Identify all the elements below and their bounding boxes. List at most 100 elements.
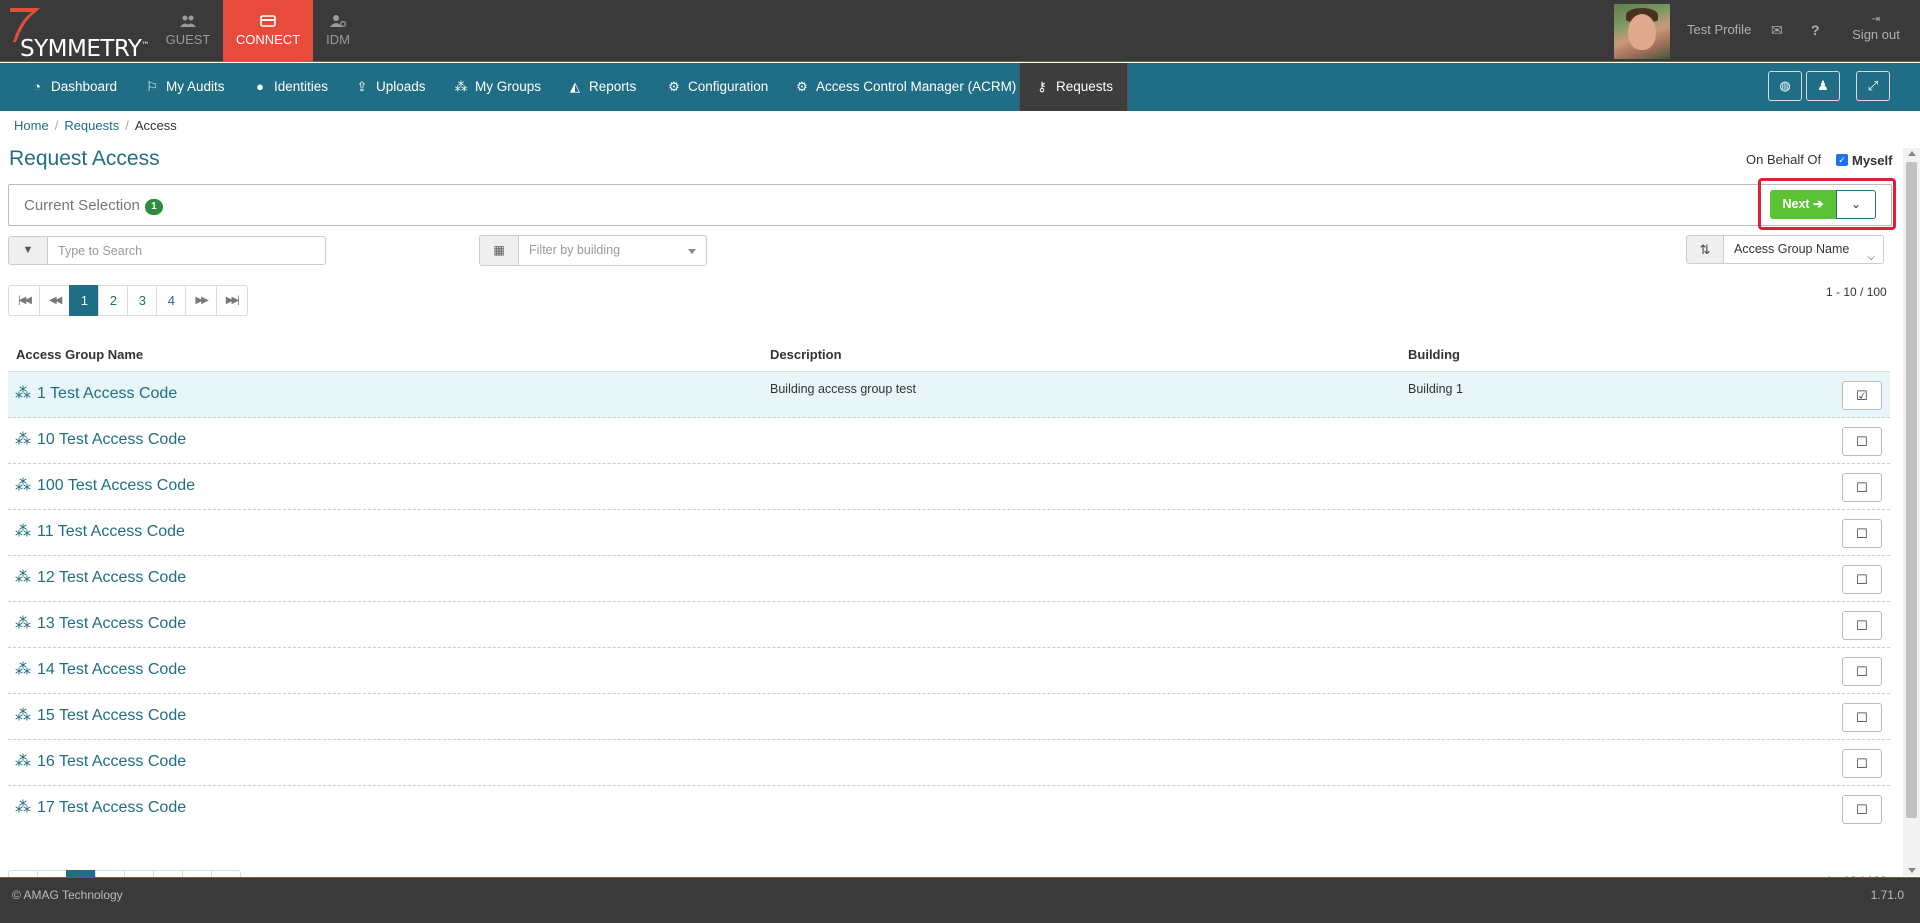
row-select-checkbox[interactable]: ☐	[1842, 657, 1882, 686]
sort-order-button[interactable]: ⇅	[1686, 235, 1724, 264]
area-chart-icon: ◭	[570, 79, 580, 94]
nav-item-uploads[interactable]: ⇪ Uploads	[354, 63, 426, 111]
row-building: Building 1	[1408, 382, 1463, 396]
access-group-link[interactable]: ⁂ 100 Test Access Code	[15, 475, 195, 495]
square-icon: ☐	[1856, 434, 1868, 449]
access-group-link[interactable]: ⁂ 16 Test Access Code	[15, 751, 186, 771]
upload-icon: ⇪	[356, 79, 368, 94]
breadcrumb: Home / Requests / Access	[14, 118, 177, 133]
breadcrumb-requests[interactable]: Requests	[64, 118, 119, 133]
row-select-checkbox[interactable]: ☑	[1842, 381, 1882, 410]
sort-amount-icon: ⇅	[1699, 242, 1711, 257]
column-header-building[interactable]: Building	[1408, 347, 1460, 362]
last-page-button[interactable]: ▶▶|	[215, 285, 248, 316]
table-row[interactable]: ⁂ 14 Test Access Code ☐	[8, 648, 1890, 694]
help-icon[interactable]: ?	[1811, 22, 1820, 38]
building-filter-select[interactable]: Filter by building	[519, 235, 707, 266]
square-icon: ☐	[1856, 572, 1868, 587]
table-row[interactable]: ⁂ 100 Test Access Code ☐	[8, 464, 1890, 510]
table-row[interactable]: ⁂ 16 Test Access Code ☐	[8, 740, 1890, 786]
search-input[interactable]	[48, 236, 326, 265]
scroll-down-arrow-icon[interactable]	[1908, 868, 1916, 873]
scroll-up-arrow-icon[interactable]	[1908, 151, 1916, 156]
group-icon: ⁂	[454, 79, 468, 94]
breadcrumb-access: Access	[134, 118, 177, 133]
current-selection-panel[interactable]: Current Selection 1	[8, 184, 1892, 226]
sort-select[interactable]: Access Group Name ⌵	[1724, 235, 1884, 264]
page-button-2[interactable]: 2	[98, 285, 129, 316]
access-group-link[interactable]: ⁂ 17 Test Access Code	[15, 797, 186, 817]
app-tab-connect[interactable]: CONNECT	[223, 0, 313, 62]
app-tab-label: CONNECT	[235, 32, 301, 47]
access-group-link[interactable]: ⁂ 11 Test Access Code	[15, 521, 185, 541]
table-row[interactable]: ⁂ 17 Test Access Code ☐	[8, 786, 1890, 832]
key-icon: ⚷	[1037, 79, 1047, 94]
column-header-name[interactable]: Access Group Name	[16, 347, 143, 362]
next-button[interactable]: Next ➔	[1770, 190, 1836, 219]
symmetry-logo[interactable]: SYMMETRY™	[6, 4, 149, 62]
table-row[interactable]: ⁂ 1 Test Access Code Building access grou…	[8, 372, 1890, 418]
gear-icon: ⚙	[668, 79, 680, 94]
access-group-link[interactable]: ⁂ 1 Test Access Code	[15, 383, 177, 403]
table-row[interactable]: ⁂ 12 Test Access Code ☐	[8, 556, 1890, 602]
dashboard-icon: ◔	[33, 79, 41, 94]
row-select-checkbox[interactable]: ☐	[1842, 611, 1882, 640]
row-select-checkbox[interactable]: ☐	[1842, 519, 1882, 548]
nav-item-my-groups[interactable]: ⁂ My Groups	[453, 63, 542, 111]
table-row[interactable]: ⁂ 15 Test Access Code ☐	[8, 694, 1890, 740]
first-page-button[interactable]: |◀◀	[8, 285, 40, 316]
nav-item-requests[interactable]: ⚷ Requests	[1019, 63, 1129, 111]
avatar[interactable]	[1614, 4, 1670, 59]
access-group-link[interactable]: ⁂ 13 Test Access Code	[15, 613, 186, 633]
next-page-button[interactable]: ▶▶	[185, 285, 217, 316]
nav-item-identities[interactable]: ● Identities	[252, 63, 328, 111]
signout-button[interactable]: ⇥ Sign out	[1846, 14, 1906, 42]
sort-group: ⇅ Access Group Name ⌵	[1686, 235, 1884, 264]
first-page-icon: |◀◀	[18, 295, 32, 306]
table-row[interactable]: ⁂ 13 Test Access Code ☐	[8, 602, 1890, 648]
row-select-checkbox[interactable]: ☐	[1842, 749, 1882, 778]
row-select-checkbox[interactable]: ☐	[1842, 565, 1882, 594]
flag-icon: ⚐	[146, 79, 158, 94]
last-page-icon: ▶▶|	[225, 295, 240, 306]
scroll-thumb[interactable]	[1906, 162, 1917, 818]
group-icon: ⁂	[15, 523, 31, 540]
profile-name[interactable]: Test Profile	[1687, 22, 1751, 37]
access-group-link[interactable]: ⁂ 12 Test Access Code	[15, 567, 186, 587]
access-group-link[interactable]: ⁂ 14 Test Access Code	[15, 659, 186, 679]
app-tab-idm[interactable]: IDM	[313, 0, 363, 62]
app-tab-guest[interactable]: GUEST	[144, 0, 232, 62]
row-select-checkbox[interactable]: ☐	[1842, 703, 1882, 732]
next-dropdown-toggle[interactable]: ⌄	[1836, 190, 1876, 219]
user-secret-button[interactable]: ♟	[1806, 71, 1840, 101]
on-behalf-of-label: On Behalf Of	[1746, 152, 1822, 167]
brand-name: SYMMETRY	[20, 36, 142, 62]
page-button-1[interactable]: 1	[69, 285, 100, 316]
breadcrumb-home[interactable]: Home	[14, 118, 49, 133]
row-select-checkbox[interactable]: ☐	[1842, 795, 1882, 824]
myself-checkbox[interactable]: ✓	[1836, 154, 1848, 166]
globe-icon: ◍	[1779, 78, 1791, 93]
nav-item-reports[interactable]: ◭ Reports	[567, 63, 636, 111]
myself-label[interactable]: Myself	[1852, 153, 1892, 168]
nav-item-my-audits[interactable]: ⚐ My Audits	[144, 63, 224, 111]
globe-button[interactable]: ◍	[1768, 71, 1802, 101]
table-row[interactable]: ⁂ 10 Test Access Code ☐	[8, 418, 1890, 464]
row-select-checkbox[interactable]: ☐	[1842, 473, 1882, 502]
prev-page-button[interactable]: ◀◀	[38, 285, 71, 316]
envelope-icon[interactable]: ✉	[1771, 22, 1783, 39]
page-button-3[interactable]: 3	[127, 285, 158, 316]
fullscreen-button[interactable]: ⤢	[1856, 71, 1890, 101]
access-group-link[interactable]: ⁂ 15 Test Access Code	[15, 705, 186, 725]
nav-item-acrm[interactable]: ⚙ Access Control Manager (ACRM)	[794, 63, 1016, 111]
nav-item-configuration[interactable]: ⚙ Configuration	[666, 63, 768, 111]
access-group-link[interactable]: ⁂ 10 Test Access Code	[15, 429, 186, 449]
row-select-checkbox[interactable]: ☐	[1842, 427, 1882, 456]
page-scrollbar[interactable]	[1903, 148, 1920, 876]
column-header-description[interactable]: Description	[770, 347, 842, 362]
table-row[interactable]: ⁂ 11 Test Access Code ☐	[8, 510, 1890, 556]
nav-item-dashboard[interactable]: ◔ Dashboard	[29, 63, 117, 111]
square-icon: ☐	[1856, 526, 1868, 541]
page-button-4[interactable]: 4	[156, 285, 187, 316]
page-title: Request Access	[9, 147, 160, 170]
